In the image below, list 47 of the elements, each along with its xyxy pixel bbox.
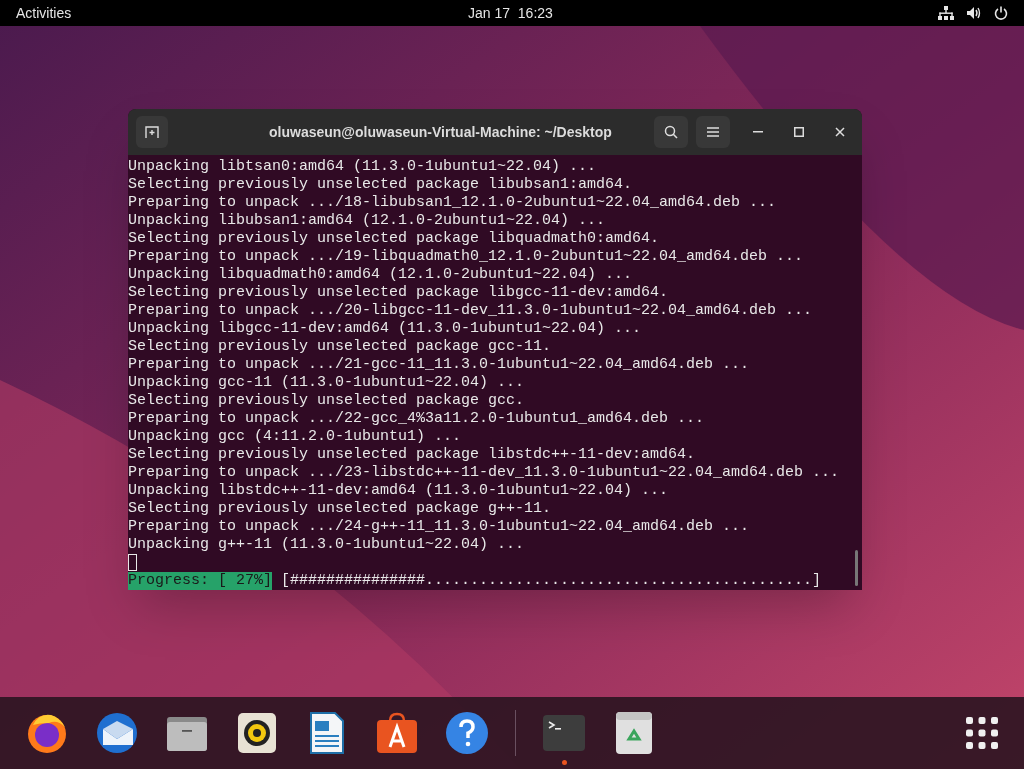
terminal-line: Unpacking libstdc++-11-dev:amd64 (11.3.0-1ubuntu1~22.04) ... (128, 482, 669, 499)
terminal-line: Preparing to unpack .../20-libgcc-11-dev_11.3.0-1ubuntu1~22.04_amd64.deb ... (128, 302, 813, 319)
terminal-line: Unpacking g++-11 (11.3.0-1ubuntu1~22.04) ... (128, 536, 525, 553)
menu-button[interactable] (696, 116, 730, 148)
terminal-line: Unpacking gcc-11 (11.3.0-1ubuntu1~22.04) ... (128, 374, 525, 391)
terminal-line: Selecting previously unselected package libgcc-11-dev:amd64. (128, 284, 669, 301)
power-icon[interactable] (994, 6, 1008, 20)
search-button[interactable] (654, 116, 688, 148)
menu-icon (707, 127, 719, 137)
terminal-line: Unpacking libtsan0:amd64 (11.3.0-1ubuntu1~22.04) ... (128, 158, 597, 175)
new-tab-button[interactable] (136, 116, 168, 148)
terminal-line: Preparing to unpack .../23-libstdc++-11-dev_11.3.0-1ubuntu1~22.04_amd64.deb ... (128, 464, 840, 481)
terminal-line: Preparing to unpack .../19-libquadmath0_12.1.0-2ubuntu1~22.04_amd64.deb ... (128, 248, 804, 265)
window-title: oluwaseun@oluwaseun-Virtual-Machine: ~/Desktop (269, 122, 612, 142)
terminal-line: Preparing to unpack .../22-gcc_4%3a11.2.0-1ubuntu1_amd64.deb ... (128, 410, 705, 427)
terminal-line: Preparing to unpack .../21-gcc-11_11.3.0-1ubuntu1~22.04_amd64.deb ... (128, 356, 750, 373)
app-grid-icon[interactable] (966, 717, 998, 749)
volume-icon[interactable] (966, 6, 982, 20)
help-icon[interactable] (445, 711, 489, 755)
clock[interactable]: Jan 17 16:23 (468, 2, 553, 24)
terminal-line: Unpacking gcc (4:11.2.0-1ubuntu1) ... (128, 428, 462, 445)
network-icon[interactable] (938, 6, 954, 20)
terminal-line: Unpacking libgcc-11-dev:amd64 (11.3.0-1ubuntu1~22.04) ... (128, 320, 642, 337)
text-cursor (128, 554, 137, 571)
search-icon (664, 125, 678, 139)
progress-bar-text: [###############...........................................] (281, 572, 822, 590)
terminal-line: Preparing to unpack .../18-libubsan1_12.1.0-2ubuntu1~22.04_amd64.deb ... (128, 194, 777, 211)
mail-icon[interactable] (95, 711, 139, 755)
maximize-icon (794, 127, 804, 137)
shopping-bag-icon[interactable] (375, 711, 419, 755)
minimize-icon (753, 131, 763, 133)
terminal-line: Unpacking libquadmath0:amd64 (12.1.0-2ubuntu1~22.04) ... (128, 266, 633, 283)
running-indicator (561, 760, 567, 765)
close-icon (835, 127, 845, 137)
terminal-line: Preparing to unpack .../24-g++-11_11.3.0-1ubuntu1~22.04_amd64.deb ... (128, 518, 750, 535)
terminal-line: Selecting previously unselected package g++-11. (128, 500, 552, 517)
terminal-line: Selecting previously unselected package libubsan1:amd64. (128, 176, 633, 193)
scrollbar[interactable] (855, 550, 858, 586)
new-tab-icon (145, 125, 159, 139)
speaker-icon[interactable] (235, 711, 279, 755)
terminal-line: Selecting previously unselected package libquadmath0:amd64. (128, 230, 660, 247)
terminal-line: Selecting previously unselected package gcc. (128, 392, 525, 409)
terminal-line: Selecting previously unselected package gcc-11. (128, 338, 552, 355)
progress-label: Progress: [ 27%] (128, 572, 273, 590)
activities-button[interactable]: Activities (16, 2, 72, 24)
terminal-line: Unpacking libubsan1:amd64 (12.1.0-2ubuntu1~22.04) ... (128, 212, 606, 229)
terminal-line: Selecting previously unselected package libstdc++-11-dev:amd64. (128, 446, 696, 463)
